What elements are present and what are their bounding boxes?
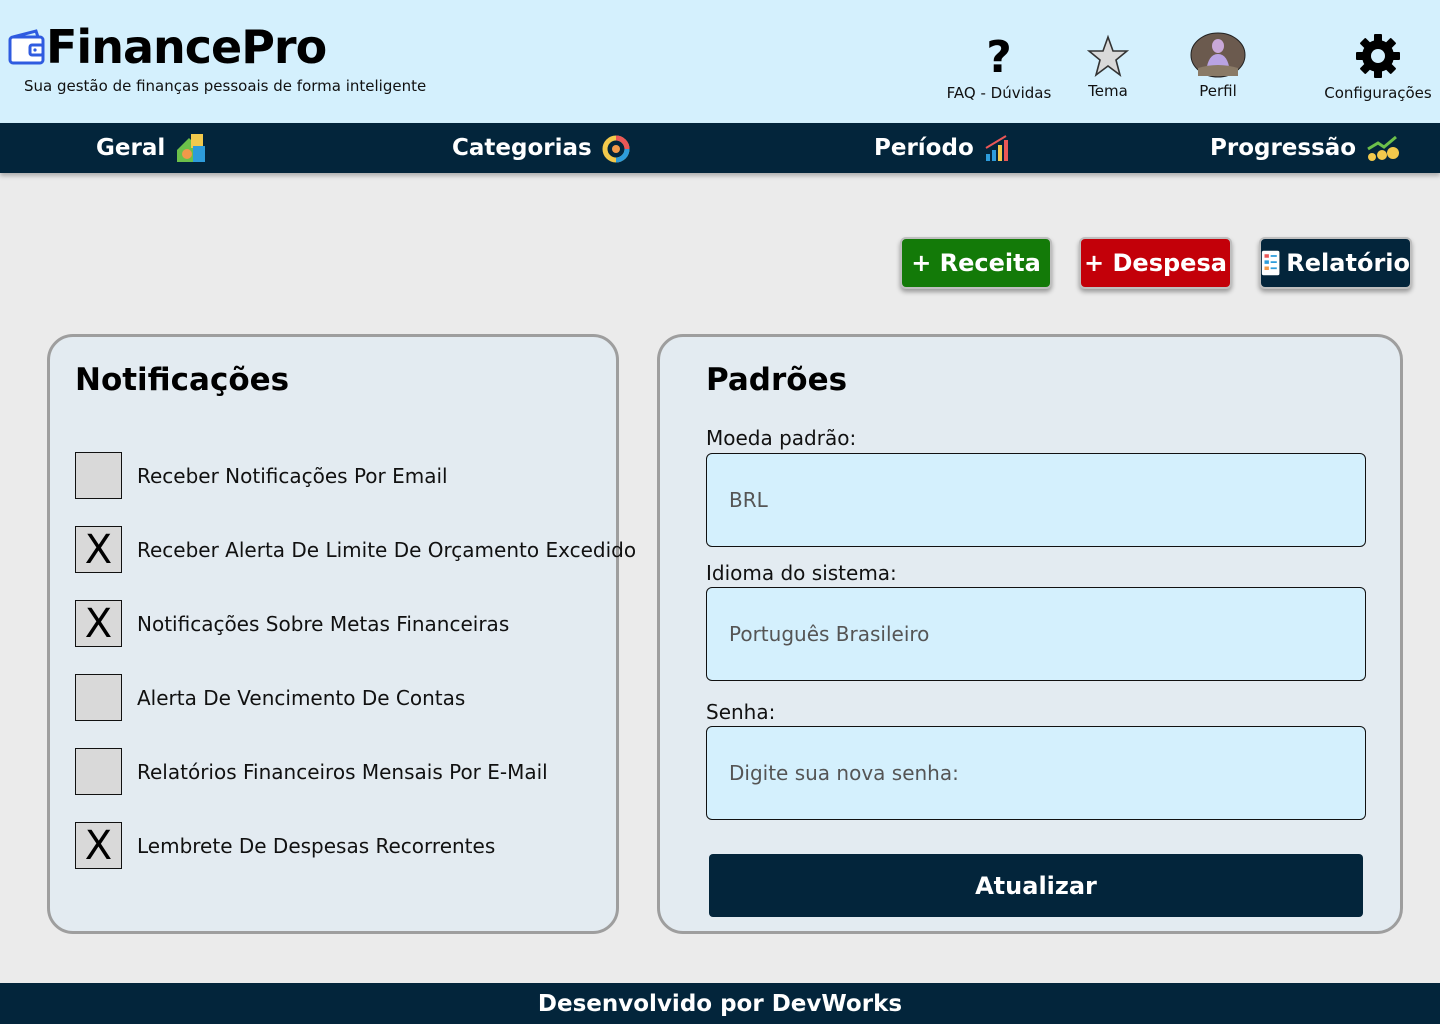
moeda-label: Moeda padrão: <box>706 426 857 450</box>
app-tagline: Sua gestão de finanças pessoais de forma… <box>24 77 427 95</box>
app-logo[interactable]: FinancePro <box>8 20 327 74</box>
checkbox[interactable]: X <box>75 600 122 647</box>
coins-growth-icon <box>1367 135 1400 161</box>
add-receita-button[interactable]: + Receita <box>900 237 1052 289</box>
notificacoes-panel: Notificações Receber Notificações Por Em… <box>47 334 636 934</box>
main-nav: Geral Categorias Período Progressão <box>0 123 1440 173</box>
faq-label: FAQ - Dúvidas <box>946 84 1052 102</box>
theme-button[interactable]: Tema <box>1068 28 1148 100</box>
nav-label: Geral <box>96 135 166 161</box>
settings-button[interactable]: Configurações <box>1316 28 1440 102</box>
checkbox[interactable] <box>75 674 122 721</box>
checkbox-label: Receber Notificações Por Email <box>137 463 448 488</box>
padroes-title: Padrões <box>706 362 848 398</box>
footer: Desenvolvido por DevWorks <box>0 983 1440 1024</box>
checkbox[interactable]: X <box>75 822 122 869</box>
house-money-icon <box>177 134 206 162</box>
idioma-label: Idioma do sistema: <box>706 561 897 585</box>
idioma-input[interactable] <box>706 587 1366 681</box>
donut-chart-icon <box>602 135 630 163</box>
senha-input[interactable] <box>706 726 1366 820</box>
avatar <box>1190 32 1246 78</box>
gear-icon <box>1356 34 1400 78</box>
notif-row-metas[interactable]: X Notificações Sobre Metas Financeiras <box>75 600 509 647</box>
checkbox-label: Relatórios Financeiros Mensais Por E-Mai… <box>137 759 548 784</box>
checkbox[interactable]: X <box>75 526 122 573</box>
checkbox[interactable] <box>75 452 122 499</box>
nav-item-categorias[interactable]: Categorias <box>452 123 632 173</box>
checkbox-label: Receber Alerta De Limite De Orçamento Ex… <box>137 537 637 562</box>
settings-label: Configurações <box>1324 84 1432 102</box>
footer-text: Desenvolvido por DevWorks <box>537 990 903 1017</box>
report-icon <box>1261 250 1280 276</box>
notificacoes-title: Notificações <box>75 362 290 398</box>
nav-label: Período <box>874 135 974 161</box>
notif-row-email[interactable]: Receber Notificações Por Email <box>75 452 448 499</box>
checkbox[interactable] <box>75 748 122 795</box>
relatorio-button[interactable]: Relatório <box>1259 237 1412 289</box>
nav-item-geral[interactable]: Geral <box>96 123 207 173</box>
add-despesa-button[interactable]: + Despesa <box>1079 237 1232 289</box>
profile-button[interactable]: Perfil <box>1178 28 1258 100</box>
star-icon <box>1087 34 1129 78</box>
app-title: FinancePro <box>46 20 327 74</box>
notif-row-recorrentes[interactable]: X Lembrete De Despesas Recorrentes <box>75 822 495 869</box>
checkbox-label: Notificações Sobre Metas Financeiras <box>137 611 510 636</box>
notif-row-orcamento[interactable]: X Receber Alerta De Limite De Orçamento … <box>75 526 636 573</box>
app-header: FinancePro Sua gestão de finanças pessoa… <box>0 0 1440 123</box>
top-actions: ? FAQ - Dúvidas Tema Perfil Configuraçõe… <box>947 28 1440 108</box>
nav-label: Progressão <box>1210 135 1357 161</box>
nav-item-periodo[interactable]: Período <box>874 123 1012 173</box>
notif-row-relatorios[interactable]: Relatórios Financeiros Mensais Por E-Mai… <box>75 748 548 795</box>
nav-item-progressao[interactable]: Progressão <box>1210 123 1400 173</box>
profile-label: Perfil <box>1199 82 1237 100</box>
padroes-panel: Padrões Moeda padrão: Idioma do sistema:… <box>657 334 1403 934</box>
moeda-input[interactable] <box>706 453 1366 547</box>
wallet-icon <box>8 29 45 65</box>
checkbox-label: Alerta De Vencimento De Contas <box>137 685 466 710</box>
bar-growth-icon <box>985 135 1008 161</box>
atualizar-button[interactable]: Atualizar <box>709 854 1363 917</box>
question-mark-icon: ? <box>986 32 1012 83</box>
relatorio-label: Relatório <box>1286 249 1410 277</box>
nav-label: Categorias <box>452 135 592 161</box>
theme-label: Tema <box>1088 82 1128 100</box>
notif-row-vencimento[interactable]: Alerta De Vencimento De Contas <box>75 674 465 721</box>
faq-button[interactable]: ? FAQ - Dúvidas <box>939 28 1059 103</box>
senha-label: Senha: <box>706 700 776 724</box>
checkbox-label: Lembrete De Despesas Recorrentes <box>137 833 496 858</box>
